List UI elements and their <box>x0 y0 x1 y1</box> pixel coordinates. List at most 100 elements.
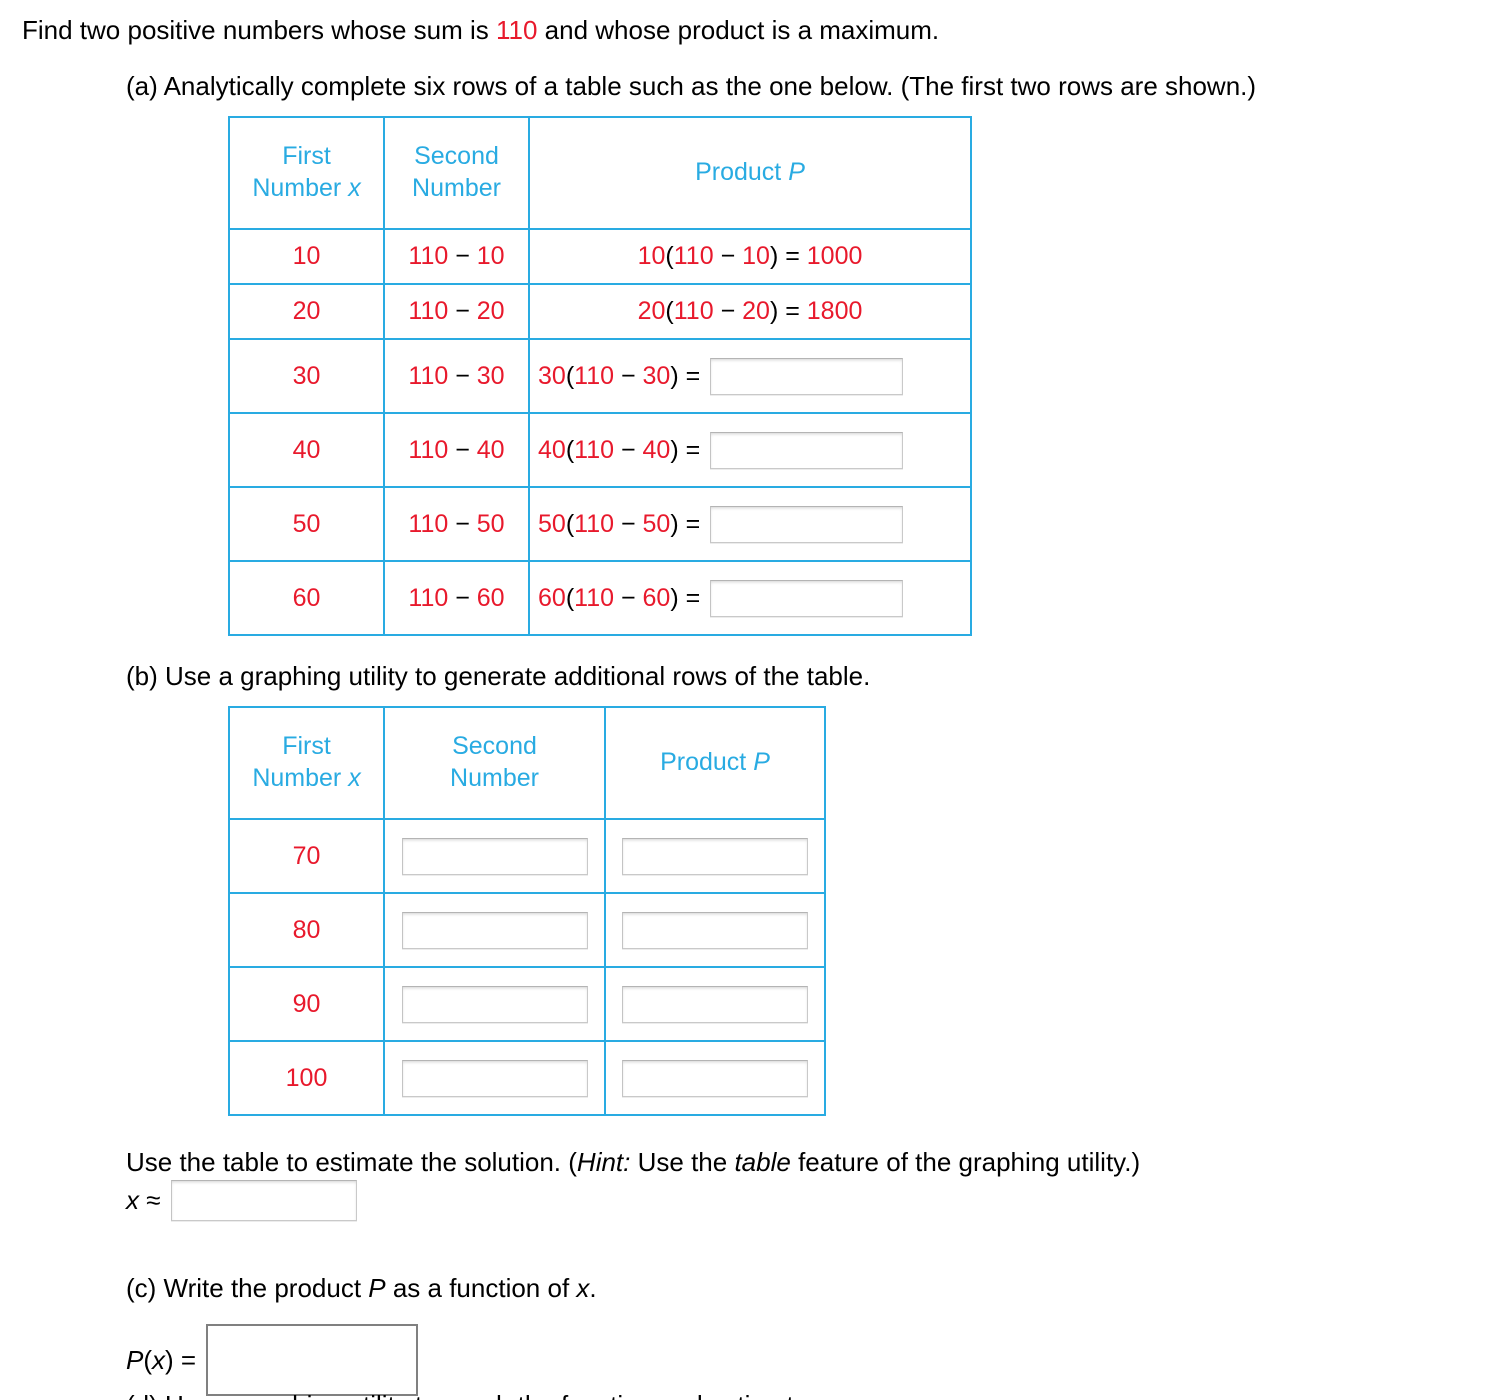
cell-first-number: 40 <box>228 412 385 488</box>
product-input-50[interactable] <box>710 505 904 543</box>
cell-second-number: 110 − 10 <box>383 228 530 285</box>
header-line-1: First <box>282 142 331 170</box>
cell-first-number: 20 <box>228 283 385 340</box>
cell-product <box>604 1040 826 1116</box>
table-a-header-row: First Number x Second Number Product P <box>228 116 972 230</box>
product-input-100[interactable] <box>622 1059 808 1097</box>
header-variable-x: x <box>348 764 361 792</box>
cell-first-number: 60 <box>228 560 385 636</box>
minus-sign: − <box>620 509 636 538</box>
product-input-80[interactable] <box>622 911 808 949</box>
product-expression-text: 10(110 − 10) = 1000 <box>637 242 863 270</box>
cell-first-number: 80 <box>228 892 385 968</box>
minus-sign: − <box>455 242 470 270</box>
estimate-instruction: Use the table to estimate the solution. … <box>126 1146 1140 1179</box>
product-expression: 30(110 − 30) = <box>530 357 970 395</box>
table-word: table <box>734 1147 791 1177</box>
minus-sign: − <box>620 435 636 464</box>
table-row: 20 110 − 20 20(110 − 20) = 1800 <box>228 283 972 340</box>
px-label: P(x) = <box>126 1344 197 1375</box>
second-number-input-80[interactable] <box>401 911 588 949</box>
product-input-30[interactable] <box>710 357 904 395</box>
second-number-input-100[interactable] <box>401 1059 588 1097</box>
cell-second-number: 110 − 60 <box>383 560 530 636</box>
cell-product <box>604 966 826 1042</box>
problem-statement-after: and whose product is a maximum. <box>537 15 940 45</box>
product-input-70[interactable] <box>622 837 808 875</box>
next-part-cutoff-text: (d) Use a graphing utility to graph the … <box>126 1392 808 1400</box>
table-a-header-first-number: First Number x <box>228 116 385 230</box>
table-a-header-second-number: Second Number <box>383 116 530 230</box>
minus-sign: − <box>455 583 470 612</box>
header-variable-x: x <box>348 174 361 202</box>
table-part-b: First Number x Second Number Product P 7… <box>228 706 826 1116</box>
x-estimate-input[interactable] <box>170 1180 357 1221</box>
table-row: 100 <box>228 1040 826 1116</box>
table-row: 90 <box>228 966 826 1042</box>
table-part-a: First Number x Second Number Product P 1… <box>228 116 972 636</box>
header-product-text: Product <box>660 748 754 776</box>
minus-sign: − <box>620 583 636 612</box>
minus-sign: − <box>720 242 736 270</box>
product-expression: 60(110 − 60) = <box>530 579 970 617</box>
cell-product: 60(110 − 60) = <box>528 560 972 636</box>
px-answer-row: P(x) = <box>126 1324 419 1396</box>
product-expression-text: 30(110 − 30) = <box>538 361 701 390</box>
product-expression: 20(110 − 20) = 1800 <box>530 297 970 326</box>
part-a-instruction: (a) Analytically complete six rows of a … <box>126 71 1257 101</box>
table-row: 30 110 − 30 30(110 − 30) = <box>228 338 972 414</box>
estimate-text-mid: Use the <box>630 1147 735 1177</box>
second-number-input-90[interactable] <box>401 985 588 1023</box>
product-input-90[interactable] <box>622 985 808 1023</box>
header-product-text: Product <box>695 158 789 186</box>
product-input-60[interactable] <box>710 579 904 617</box>
cell-second-number <box>383 966 606 1042</box>
minus-sign: − <box>455 361 470 390</box>
second-number-input-70[interactable] <box>401 837 588 875</box>
cell-first-number: 50 <box>228 486 385 562</box>
minus-sign: − <box>620 361 636 390</box>
cell-product: 50(110 − 50) = <box>528 486 972 562</box>
cell-second-number: 110 − 20 <box>383 283 530 340</box>
minus-sign: − <box>720 297 736 325</box>
table-row: 60 110 − 60 60(110 − 60) = <box>228 560 972 636</box>
part-c-variable-P: P <box>368 1273 386 1303</box>
cell-second-number <box>383 818 606 894</box>
table-b-header-product: Product P <box>604 706 826 820</box>
table-a-header-product: Product P <box>528 116 972 230</box>
header-line-2: Number <box>412 174 501 202</box>
product-expression: 10(110 − 10) = 1000 <box>530 242 970 271</box>
estimate-text-end: feature of the graphing utility.) <box>790 1147 1141 1177</box>
cell-product: 10(110 − 10) = 1000 <box>528 228 972 285</box>
table-b-header-second-number: Second Number <box>383 706 606 820</box>
problem-statement-before: Find two positive numbers whose sum is <box>22 15 496 45</box>
x-approx-label: x ≈ <box>126 1185 161 1215</box>
header-line-1: First <box>282 732 331 760</box>
hint-word: Hint: <box>576 1147 631 1177</box>
problem-statement: Find two positive numbers whose sum is 1… <box>22 14 939 47</box>
product-result: 1800 <box>806 297 863 325</box>
table-row: 50 110 − 50 50(110 − 50) = <box>228 486 972 562</box>
product-input-40[interactable] <box>710 431 904 469</box>
minus-sign: − <box>455 509 470 538</box>
product-expression: 50(110 − 50) = <box>530 505 970 543</box>
header-line-1: Second <box>452 732 537 760</box>
header-line-2: Number <box>252 174 349 202</box>
product-expression-text: 40(110 − 40) = <box>538 435 701 464</box>
cell-product: 30(110 − 30) = <box>528 338 972 414</box>
px-function-input[interactable] <box>206 1324 419 1396</box>
product-expression-text: 20(110 − 20) = 1800 <box>637 297 863 325</box>
product-result: 1000 <box>806 242 863 270</box>
product-expression-text: 60(110 − 60) = <box>538 583 701 612</box>
table-row: 70 <box>228 818 826 894</box>
cell-second-number <box>383 892 606 968</box>
table-row: 10 110 − 10 10(110 − 10) = 1000 <box>228 228 972 285</box>
header-line-1: Second <box>414 142 499 170</box>
estimate-text-pre: Use the table to estimate the solution. … <box>126 1147 577 1177</box>
cell-product: 40(110 − 40) = <box>528 412 972 488</box>
cell-second-number <box>383 1040 606 1116</box>
table-b-header-first-number: First Number x <box>228 706 385 820</box>
cell-product <box>604 818 826 894</box>
minus-sign: − <box>455 297 470 325</box>
part-b-instruction: (b) Use a graphing utility to generate a… <box>126 661 871 691</box>
